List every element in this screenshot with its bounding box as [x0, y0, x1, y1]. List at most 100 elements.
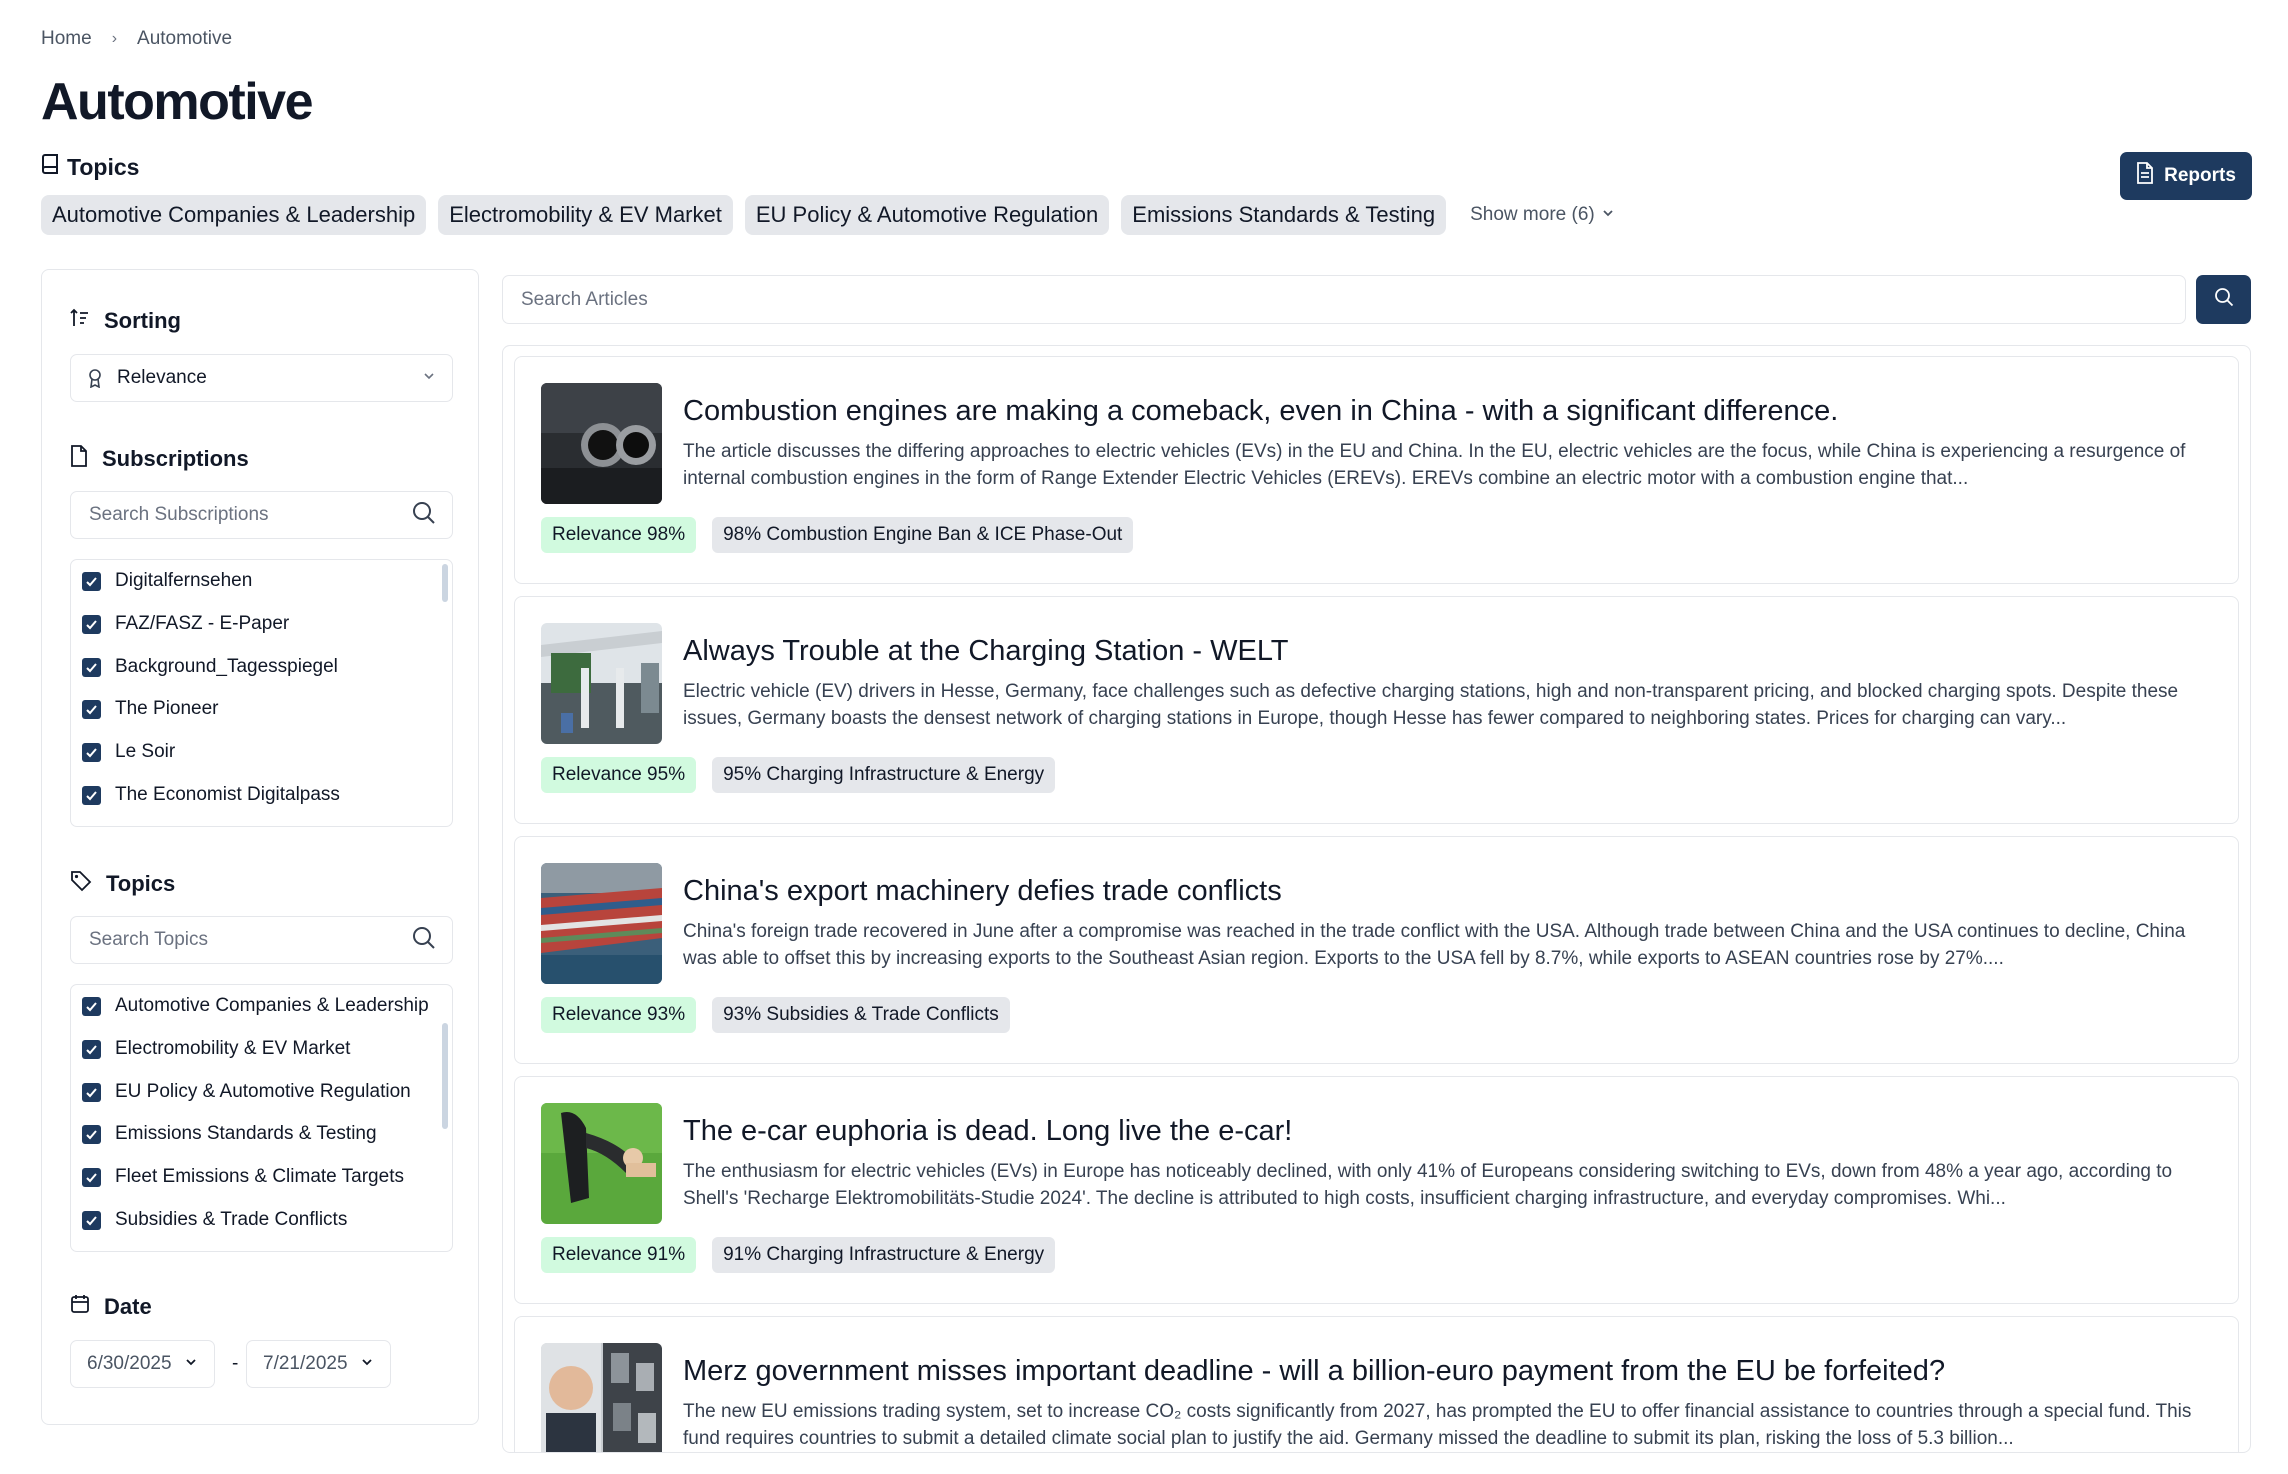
breadcrumb: Home › Automotive	[41, 28, 232, 50]
checkbox-checked-icon[interactable]	[82, 1167, 101, 1187]
topic-filter-item-label: Emissions Standards & Testing	[115, 1123, 377, 1144]
date-section-title: Date	[70, 1294, 152, 1320]
subscriptions-search-input[interactable]	[87, 503, 412, 527]
subscription-item[interactable]: The Economist Digitalpass	[82, 784, 340, 806]
article-title[interactable]: Merz government misses important deadlin…	[683, 1355, 1945, 1388]
calendar-icon	[70, 1294, 90, 1320]
topic-filter-item[interactable]: Emissions Standards & Testing	[82, 1123, 377, 1145]
topic-chip[interactable]: EU Policy & Automotive Regulation	[744, 195, 1110, 235]
topic-filter-item-label: Automotive Companies & Leadership	[115, 995, 429, 1016]
topic-chip[interactable]: Automotive Companies & Leadership	[41, 195, 427, 235]
topic-badge: 93% Subsidies & Trade Conflicts	[712, 997, 1010, 1033]
checkbox-checked-icon[interactable]	[82, 1082, 101, 1102]
topic-chip[interactable]: Electromobility & EV Market	[438, 195, 733, 235]
date-range-separator: -	[232, 1353, 239, 1374]
article-card[interactable]: The e-car euphoria is dead. Long live th…	[514, 1076, 2239, 1304]
subscriptions-list: Digitalfernsehen FAZ/FASZ - E-Paper Back…	[70, 559, 453, 827]
subscriptions-scrollbar[interactable]	[442, 564, 448, 602]
checkbox-checked-icon[interactable]	[82, 742, 101, 762]
subscription-item-label: FAZ/FASZ - E-Paper	[115, 613, 290, 634]
chevron-down-icon	[1601, 204, 1615, 226]
subscriptions-label: Subscriptions	[102, 446, 249, 471]
subscription-item[interactable]: Le Soir	[82, 741, 175, 763]
topics-search-field	[70, 916, 453, 964]
page-title: Automotive	[41, 73, 314, 131]
topic-filter-item-label: Subsidies & Trade Conflicts	[115, 1209, 348, 1230]
article-card[interactable]: China's export machinery defies trade co…	[514, 836, 2239, 1064]
topic-filter-item-label: Fleet Emissions & Climate Targets	[115, 1166, 404, 1187]
sorting-select[interactable]: Relevance	[70, 354, 453, 402]
breadcrumb-current: Automotive	[137, 28, 233, 49]
topics-scrollbar[interactable]	[442, 1023, 448, 1129]
topic-filter-item[interactable]: Fleet Emissions & Climate Targets	[82, 1166, 404, 1188]
breadcrumb-home-link[interactable]: Home	[41, 28, 92, 50]
subscription-item[interactable]: FAZ/FASZ - E-Paper	[82, 613, 289, 635]
reports-button-label: Reports	[2164, 165, 2236, 186]
show-more-topics-button[interactable]: Show more (6)	[1470, 204, 1615, 226]
book-icon	[41, 153, 61, 181]
subscriptions-section-title: Subscriptions	[70, 445, 249, 473]
relevance-badge: Relevance 93%	[541, 997, 697, 1033]
topic-filter-item[interactable]: Subsidies & Trade Conflicts	[82, 1209, 347, 1231]
article-title[interactable]: China's export machinery defies trade co…	[683, 875, 1282, 908]
topic-filter-item-label: EU Policy & Automotive Regulation	[115, 1081, 411, 1102]
reports-button[interactable]: Reports	[2120, 152, 2252, 200]
sorting-section-title: Sorting	[70, 308, 181, 334]
article-badges: Relevance 98% 98% Combustion Engine Ban …	[541, 517, 1134, 553]
checkbox-checked-icon[interactable]	[82, 571, 101, 591]
article-title[interactable]: The e-car euphoria is dead. Long live th…	[683, 1115, 1292, 1148]
topic-chip[interactable]: Emissions Standards & Testing	[1121, 195, 1447, 235]
award-icon	[87, 368, 103, 388]
article-summary: The new EU emissions trading system, set…	[683, 1401, 2192, 1449]
sort-icon	[70, 308, 90, 334]
search-icon[interactable]	[412, 926, 436, 955]
subscription-item[interactable]: Digitalfernsehen	[82, 570, 252, 592]
checkbox-checked-icon[interactable]	[82, 614, 101, 634]
chevron-down-icon	[422, 367, 436, 389]
sorting-selected-value: Relevance	[117, 367, 207, 388]
article-title[interactable]: Always Trouble at the Charging Station -…	[683, 635, 1289, 668]
topics-header: Topics	[41, 153, 139, 181]
article-card[interactable]: Always Trouble at the Charging Station -…	[514, 596, 2239, 824]
topic-chips: Automotive Companies & Leadership Electr…	[41, 195, 1615, 235]
checkbox-checked-icon[interactable]	[82, 1039, 101, 1059]
topics-header-label: Topics	[67, 153, 140, 180]
file-icon	[70, 445, 88, 473]
article-card[interactable]: Combustion engines are making a comeback…	[514, 356, 2239, 584]
checkbox-checked-icon[interactable]	[82, 699, 101, 719]
article-search-input[interactable]	[519, 287, 2169, 312]
subscriptions-search-field	[70, 491, 453, 539]
subscription-item[interactable]: The Pioneer	[82, 698, 219, 720]
topic-filter-item[interactable]: Electromobility & EV Market	[82, 1038, 350, 1060]
checkbox-checked-icon[interactable]	[82, 1210, 101, 1230]
checkbox-checked-icon[interactable]	[82, 785, 101, 805]
sorting-label: Sorting	[104, 308, 181, 333]
topics-search-input[interactable]	[87, 928, 412, 952]
document-icon	[2136, 162, 2154, 190]
search-icon	[2214, 287, 2234, 312]
checkbox-checked-icon[interactable]	[82, 996, 101, 1016]
article-badges: Relevance 95% 95% Charging Infrastructur…	[541, 757, 1056, 793]
topic-filter-item[interactable]: Automotive Companies & Leadership	[82, 995, 429, 1017]
article-summary: Electric vehicle (EV) drivers in Hesse, …	[683, 681, 2179, 729]
date-from-select[interactable]: 6/30/2025	[70, 1340, 215, 1388]
subscription-item[interactable]: Background_Tagesspiegel	[82, 656, 338, 678]
subscription-item-label: Le Soir	[115, 741, 176, 762]
relevance-badge: Relevance 95%	[541, 757, 697, 793]
topic-filter-item[interactable]: EU Policy & Automotive Regulation	[82, 1081, 411, 1103]
article-search-button[interactable]	[2196, 275, 2251, 324]
subscription-item-label: Digitalfernsehen	[115, 570, 253, 591]
page: Home › Automotive Automotive Topics Auto…	[0, 0, 2288, 1474]
date-to-select[interactable]: 7/21/2025	[246, 1340, 391, 1388]
article-thumbnail	[541, 623, 662, 744]
article-card[interactable]: Merz government misses important deadlin…	[514, 1316, 2239, 1452]
search-icon[interactable]	[412, 501, 436, 530]
article-title[interactable]: Combustion engines are making a comeback…	[683, 395, 1838, 428]
article-summary: China's foreign trade recovered in June …	[683, 921, 2186, 969]
article-thumbnail	[541, 863, 662, 984]
relevance-badge: Relevance 98%	[541, 517, 697, 553]
subscription-item-label: The Economist Digitalpass	[115, 784, 340, 805]
date-from-value: 6/30/2025	[87, 1353, 172, 1374]
checkbox-checked-icon[interactable]	[82, 657, 101, 677]
checkbox-checked-icon[interactable]	[82, 1124, 101, 1144]
